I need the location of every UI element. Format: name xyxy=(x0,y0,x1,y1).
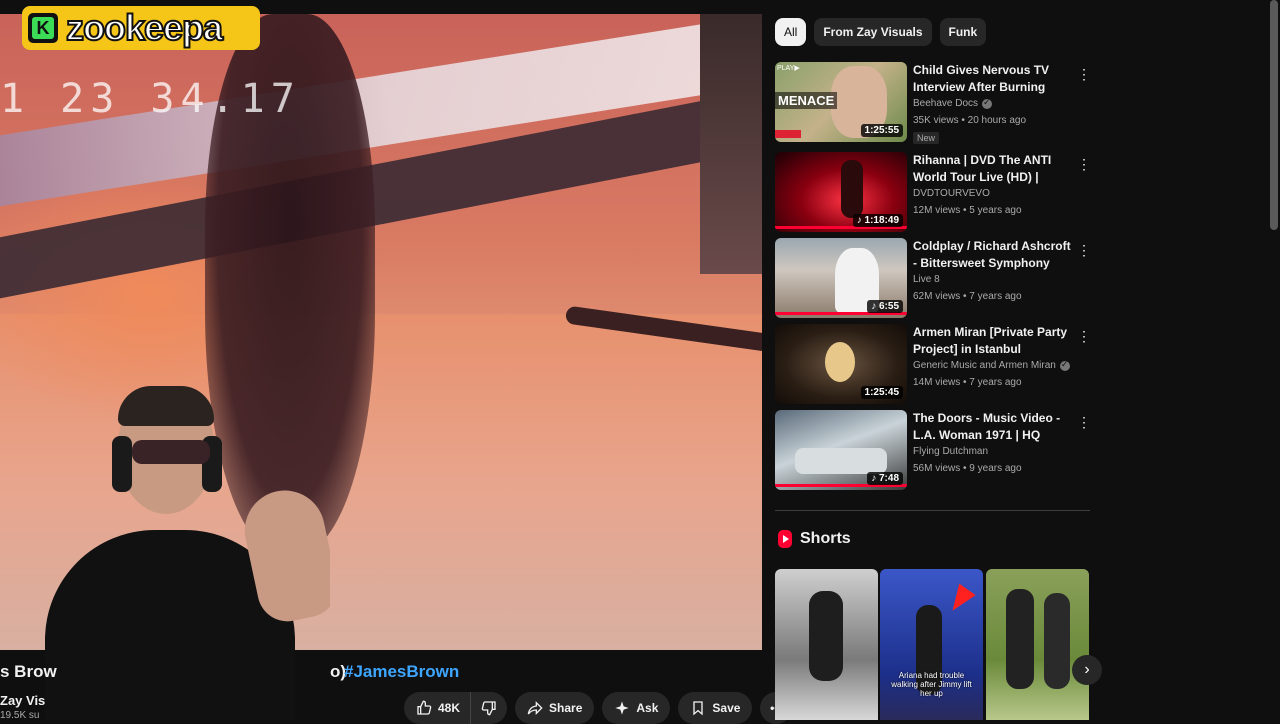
more-vertical-icon[interactable]: ⋮ xyxy=(1077,326,1091,346)
recommendation-item[interactable]: 1:25:45 Armen Miran [Private Party Proje… xyxy=(775,324,1095,404)
shorts-icon xyxy=(778,530,792,548)
red-arrow-icon xyxy=(944,583,976,617)
save-label: Save xyxy=(712,701,741,715)
channel-name[interactable]: Zay Vis xyxy=(0,693,45,708)
filter-chips: All From Zay Visuals Funk xyxy=(775,18,987,46)
share-button[interactable]: Share xyxy=(515,692,595,724)
video-actions: 48K Share Ask Save ••• xyxy=(404,692,793,724)
more-vertical-icon[interactable]: ⋮ xyxy=(1077,240,1091,260)
verified-icon xyxy=(1059,359,1070,371)
webcam-hair xyxy=(118,386,214,426)
save-button[interactable]: Save xyxy=(678,692,753,724)
video-thumbnail[interactable]: ♪ 7:48 xyxy=(775,410,907,490)
subscriber-count: 19.5K su xyxy=(0,710,40,721)
video-thumbnail[interactable]: ♪ 1:18:49 xyxy=(775,152,907,232)
video-meta: 62M views • 7 years ago xyxy=(913,291,1022,302)
chevron-right-icon: › xyxy=(1084,661,1090,678)
duration-badge: ♪ 1:18:49 xyxy=(852,214,903,227)
video-title[interactable]: The Doors - Music Video - L.A. Woman 197… xyxy=(913,410,1073,444)
shorts-header: Shorts xyxy=(778,530,851,548)
logo-letter: K xyxy=(32,17,54,39)
new-badge: New xyxy=(913,132,940,144)
chip-from-zay-visuals[interactable]: From Zay Visuals xyxy=(814,18,932,46)
duration-text: 7:48 xyxy=(878,473,899,484)
dislike-button[interactable] xyxy=(470,692,508,724)
logo-k-icon: K xyxy=(28,13,58,43)
duration-text: 1:18:49 xyxy=(864,215,899,226)
share-icon xyxy=(527,700,543,716)
video-meta: 14M views • 7 years ago xyxy=(913,377,1022,388)
chip-all[interactable]: All xyxy=(775,18,807,46)
ask-button[interactable]: Ask xyxy=(602,692,671,724)
shorts-heading: Shorts xyxy=(800,530,851,547)
more-vertical-icon[interactable]: ⋮ xyxy=(1077,412,1091,432)
duration-badge: ♪ 6:55 xyxy=(867,300,903,313)
bookmark-icon xyxy=(690,700,706,716)
page-scrollbar[interactable] xyxy=(1270,0,1278,230)
video-title: s Brow o) #JamesBrown xyxy=(0,662,459,684)
channel-name[interactable]: Live 8 xyxy=(913,274,940,285)
short-card[interactable] xyxy=(986,569,1089,720)
short-card[interactable] xyxy=(775,569,878,720)
like-button[interactable]: 48K xyxy=(404,692,471,724)
duration-badge: 1:25:55 xyxy=(860,124,903,137)
short-card[interactable]: Ariana had trouble walking after Jimmy l… xyxy=(880,569,983,720)
video-meta: 12M views • 5 years ago xyxy=(913,205,1022,216)
chip-funk[interactable]: Funk xyxy=(939,18,987,46)
thumb-corner-label: PLAY▶ xyxy=(777,65,800,72)
video-thumbnail[interactable]: PLAY▶ MENACE 1:25:55 xyxy=(775,62,907,142)
webcam-glasses xyxy=(132,440,210,464)
video-title-text: s Brow xyxy=(0,662,57,681)
recommendation-item[interactable]: ♪ 7:48 The Doors - Music Video - L.A. Wo… xyxy=(775,410,1095,490)
ask-label: Ask xyxy=(636,701,659,715)
video-meta: 35K views • 20 hours ago xyxy=(913,115,1027,126)
thumb-overlay-text: MENACE xyxy=(775,92,838,109)
video-thumbnail[interactable]: ♪ 6:55 xyxy=(775,238,907,318)
channel-name[interactable]: Beehave Docs xyxy=(913,97,993,109)
zookeepa-logo: K zookeepa xyxy=(22,6,260,50)
video-timecode: 1 23 34.17 xyxy=(0,76,301,122)
duration-text: 6:55 xyxy=(878,301,899,312)
more-vertical-icon[interactable]: ⋮ xyxy=(1077,64,1091,84)
video-title[interactable]: Armen Miran [Private Party Project] in I… xyxy=(913,324,1073,358)
video-title[interactable]: Coldplay / Richard Ashcroft - Bitterswee… xyxy=(913,238,1073,272)
channel-label: Beehave Docs xyxy=(913,98,979,109)
recommendation-item[interactable]: PLAY▶ MENACE 1:25:55 Child Gives Nervous… xyxy=(775,62,1095,144)
recommendation-item[interactable]: ♪ 6:55 Coldplay / Richard Ashcroft - Bit… xyxy=(775,238,1095,318)
channel-label: Generic Music and Armen Miran xyxy=(913,360,1056,371)
hashtag-link[interactable]: #JamesBrown xyxy=(344,662,459,682)
video-meta: 56M views • 9 years ago xyxy=(913,463,1022,474)
video-frame-edge xyxy=(700,14,762,274)
video-title[interactable]: Rihanna | DVD The ANTI World Tour Live (… xyxy=(913,152,1073,186)
logo-wordmark: zookeepa xyxy=(65,7,224,49)
section-divider xyxy=(775,510,1090,511)
short-caption: Ariana had trouble walking after Jimmy l… xyxy=(891,671,972,698)
video-title[interactable]: Child Gives Nervous TV Interview After B… xyxy=(913,62,1073,96)
video-thumbnail[interactable]: 1:25:45 xyxy=(775,324,907,404)
duration-badge: 1:25:45 xyxy=(860,386,903,399)
verified-icon xyxy=(982,97,993,109)
recommendation-item[interactable]: ♪ 1:18:49 Rihanna | DVD The ANTI World T… xyxy=(775,152,1095,232)
duration-badge: ♪ 7:48 xyxy=(867,472,903,485)
headphone-left xyxy=(112,436,132,492)
like-count: 48K xyxy=(438,701,461,715)
sparkle-icon xyxy=(614,700,630,716)
thumbs-up-icon xyxy=(416,700,432,716)
channel-name[interactable]: Generic Music and Armen Miran xyxy=(913,359,1070,371)
share-label: Share xyxy=(549,701,583,715)
more-vertical-icon[interactable]: ⋮ xyxy=(1077,154,1091,174)
channel-name[interactable]: Flying Dutchman xyxy=(913,446,988,457)
channel-name[interactable]: DVDTOURVEVO xyxy=(913,188,990,199)
shorts-next-button[interactable]: › xyxy=(1072,655,1102,685)
thumbs-down-icon xyxy=(481,700,497,716)
